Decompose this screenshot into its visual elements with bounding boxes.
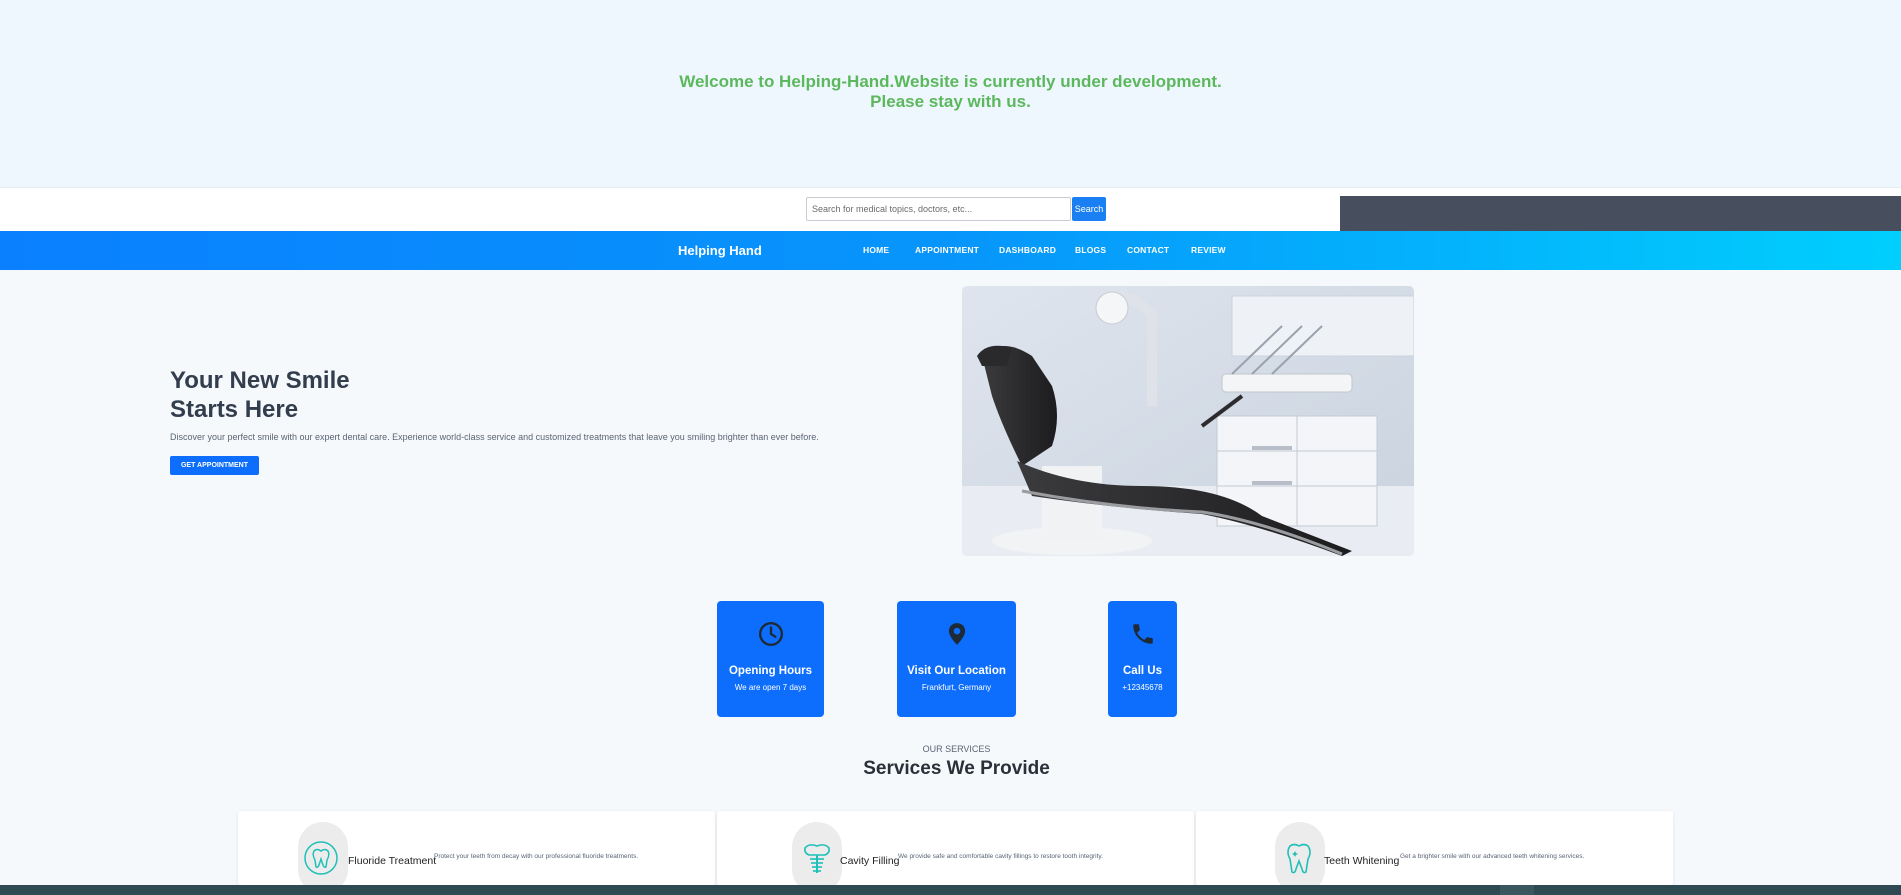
nav-review[interactable]: REVIEW xyxy=(1191,245,1226,255)
get-appointment-button[interactable]: GET APPOINTMENT xyxy=(170,456,259,475)
dental-chair-image xyxy=(962,286,1414,556)
clock-icon xyxy=(758,621,783,647)
service-name: Fluoride Treatment xyxy=(348,855,437,867)
search-input[interactable] xyxy=(806,197,1071,221)
main-navbar: Helping Hand HOME APPOINTMENT DASHBOARD … xyxy=(0,231,1901,270)
phone-icon xyxy=(1132,624,1153,644)
service-description: We provide safe and comfortable cavity f… xyxy=(898,853,1103,860)
services-title: Services We Provide xyxy=(863,758,1050,779)
announcement-text: Welcome to Helping-Hand.Website is curre… xyxy=(0,72,1901,112)
info-card-title: Visit Our Location xyxy=(907,665,1006,677)
hero-title: Your New Smile Starts Here xyxy=(170,366,350,424)
services-eyebrow: OUR SERVICES xyxy=(922,744,991,754)
location-pin-icon xyxy=(948,623,965,645)
hero-title-line-1: Your New Smile xyxy=(170,367,350,394)
nav-blogs[interactable]: BLOGS xyxy=(1075,245,1106,255)
service-name: Cavity Filling xyxy=(840,855,900,867)
nav-appointment[interactable]: APPOINTMENT xyxy=(915,245,979,255)
scroll-top-tab[interactable] xyxy=(1500,885,1534,895)
nav-home[interactable]: HOME xyxy=(863,245,889,255)
service-description: Get a brighter smile with our advanced t… xyxy=(1400,853,1585,860)
info-card-subtitle: We are open 7 days xyxy=(734,683,807,692)
info-card-title: Opening Hours xyxy=(728,665,813,677)
announcement-line-1: Welcome to Helping-Hand.Website is curre… xyxy=(679,72,1222,91)
service-card-whitening[interactable]: Teeth Whitening Get a brighter smile wit… xyxy=(1196,811,1673,894)
nav-contact[interactable]: CONTACT xyxy=(1127,245,1169,255)
tooth-sparkle-icon xyxy=(1287,843,1311,874)
info-card-title: Call Us xyxy=(1123,665,1162,677)
info-card-call: Call Us +12345678 xyxy=(1108,601,1177,717)
brand-logo[interactable]: Helping Hand xyxy=(678,243,762,258)
service-card-fluoride[interactable]: Fluoride Treatment Protect your teeth fr… xyxy=(238,811,715,894)
hero-description: Discover your perfect smile with our exp… xyxy=(170,432,819,442)
tooth-implant-icon xyxy=(804,844,830,873)
footer-strip xyxy=(0,885,1901,895)
nav-dashboard[interactable]: DASHBOARD xyxy=(999,245,1056,255)
hero-title-line-2: Starts Here xyxy=(170,396,299,423)
service-card-cavity[interactable]: Cavity Filling We provide safe and comfo… xyxy=(717,811,1194,894)
search-button[interactable]: Search xyxy=(1072,197,1106,221)
info-card-opening-hours: Opening Hours We are open 7 days xyxy=(717,601,824,717)
announcement-banner: Welcome to Helping-Hand.Website is curre… xyxy=(0,0,1901,188)
announcement-line-2: Please stay with us. xyxy=(870,92,1031,111)
service-description: Protect your teeth from decay with our p… xyxy=(434,853,639,860)
info-card-subtitle: +12345678 xyxy=(1122,683,1163,692)
info-card-location: Visit Our Location Frankfurt, Germany xyxy=(897,601,1016,717)
tooth-refresh-icon xyxy=(304,841,338,875)
info-card-subtitle: Frankfurt, Germany xyxy=(921,683,992,692)
header-dark-panel xyxy=(1340,196,1901,231)
service-name: Teeth Whitening xyxy=(1324,855,1400,867)
